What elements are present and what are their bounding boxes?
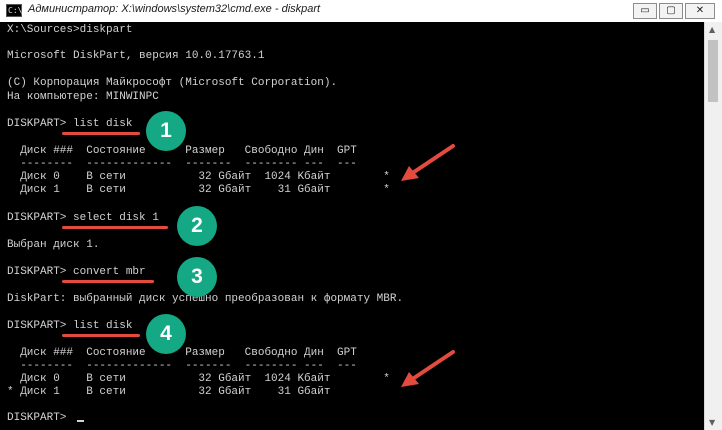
- cmd-icon: C:\: [6, 4, 23, 17]
- text-cursor: [77, 420, 84, 422]
- window-title: Администратор: X:\windows\system32\cmd.e…: [28, 3, 321, 15]
- console-line: Диск ### Состояние Размер Свободно Дин G…: [7, 347, 357, 359]
- console-line: Выбран диск 1.: [7, 239, 100, 251]
- console-line: X:\Sources>diskpart: [7, 24, 133, 36]
- step-badge-2: 2: [177, 206, 217, 246]
- console-line: Диск 1 В сети 32 Gбайт 31 Gбайт *: [7, 184, 390, 196]
- console-line: * Диск 1 В сети 32 Gбайт 31 Gбайт: [7, 386, 331, 398]
- console-line: Диск ### Состояние Размер Свободно Дин G…: [7, 145, 357, 157]
- step-badge-4: 4: [146, 314, 186, 354]
- console-line: (C) Корпорация Майкрософт (Microsoft Cor…: [7, 77, 338, 89]
- console-line: -------- ------------- ------- -------- …: [7, 360, 357, 372]
- command-underline: [62, 280, 154, 283]
- arrow-icon: [401, 350, 455, 387]
- console-line: DISKPART> convert mbr: [7, 266, 146, 278]
- console-line: DISKPART> select disk 1: [7, 212, 159, 224]
- scroll-down-arrow-icon[interactable]: ▼: [709, 418, 715, 427]
- step-badge-3: 3: [177, 257, 217, 297]
- command-underline: [62, 334, 140, 337]
- console-line: Диск 0 В сети 32 Gбайт 1024 Kбайт *: [7, 373, 390, 385]
- console-line: DISKPART> list disk: [7, 118, 133, 130]
- scrollbar-thumb[interactable]: [708, 40, 718, 102]
- console-line: Microsoft DiskPart, версия 10.0.17763.1: [7, 50, 265, 62]
- console-line: Диск 0 В сети 32 Gбайт 1024 Kбайт *: [7, 171, 390, 183]
- console-line: На компьютере: MINWINPC: [7, 91, 159, 103]
- console-line: DISKPART> list disk: [7, 320, 133, 332]
- cmd-window: C:\ Администратор: X:\windows\system32\c…: [0, 0, 722, 430]
- vertical-scrollbar[interactable]: ▲ ▼: [704, 22, 722, 430]
- minimize-button[interactable]: ▭: [633, 3, 657, 19]
- scroll-up-arrow-icon[interactable]: ▲: [709, 25, 715, 34]
- close-button[interactable]: ✕: [685, 3, 715, 19]
- step-badge-1: 1: [146, 111, 186, 151]
- maximize-button[interactable]: ▢: [659, 3, 683, 19]
- arrow-icon: [401, 144, 455, 181]
- command-underline: [62, 226, 168, 229]
- console-line: -------- ------------- ------- -------- …: [7, 158, 357, 170]
- console-prompt-line: DISKPART>: [7, 412, 74, 424]
- title-bar[interactable]: C:\ Администратор: X:\windows\system32\c…: [0, 0, 722, 23]
- command-underline: [62, 132, 140, 135]
